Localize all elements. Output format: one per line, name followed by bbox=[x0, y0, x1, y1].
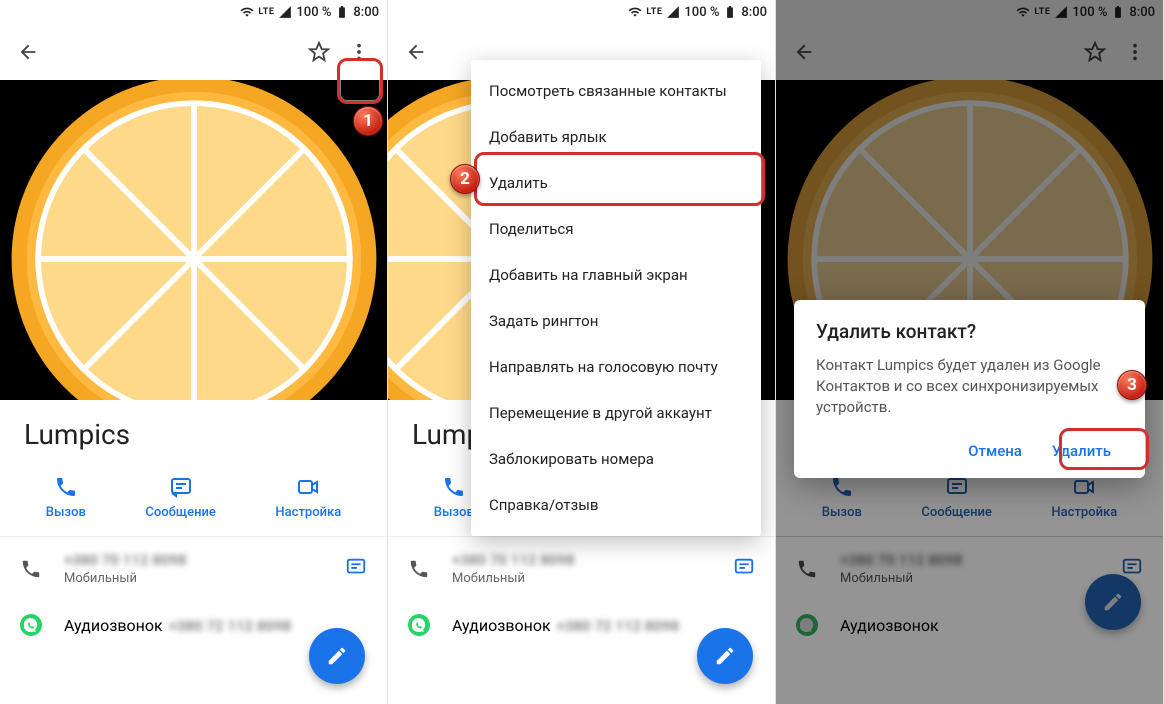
contact-photo bbox=[0, 80, 387, 400]
screen-1-contact-detail: LTE 100 % 8:00 bbox=[0, 0, 388, 704]
contact-name: Lumpics bbox=[0, 400, 387, 467]
message-label: Сообщение bbox=[145, 505, 216, 520]
screen-2-dropdown: LTE 100 % 8:00 Lumpics Вызов Сообщение Н… bbox=[388, 0, 776, 704]
menu-set-ringtone[interactable]: Задать рингтон bbox=[471, 298, 761, 344]
back-button[interactable] bbox=[396, 32, 436, 72]
edit-fab[interactable] bbox=[309, 628, 365, 684]
status-bar: LTE 100 % 8:00 bbox=[388, 0, 775, 24]
phone-row[interactable]: +380 70 112 8098Мобильный bbox=[388, 537, 775, 600]
menu-delete[interactable]: Удалить bbox=[471, 160, 761, 206]
phone-icon bbox=[20, 558, 44, 580]
phone-number-blurred: +380 70 112 8098 bbox=[64, 551, 325, 569]
battery-percent: 100 % bbox=[296, 5, 331, 20]
dialog-title: Удалить контакт? bbox=[816, 320, 1123, 343]
call-action[interactable]: Вызов bbox=[434, 475, 474, 520]
phone-type-label: Мобильный bbox=[64, 571, 325, 586]
app-bar bbox=[0, 24, 387, 80]
message-icon[interactable] bbox=[733, 556, 755, 582]
video-label: Настройка bbox=[275, 505, 341, 520]
menu-add-label[interactable]: Добавить ярлык bbox=[471, 114, 761, 160]
badge-2: 2 bbox=[450, 164, 480, 194]
dialog-confirm-button[interactable]: Удалить bbox=[1040, 434, 1123, 468]
video-action[interactable]: Настройка bbox=[275, 475, 341, 520]
menu-route-voicemail[interactable]: Направлять на голосовую почту bbox=[471, 344, 761, 390]
back-button[interactable] bbox=[8, 32, 48, 72]
status-bar: LTE 100 % 8:00 bbox=[0, 0, 387, 24]
message-action[interactable]: Сообщение bbox=[145, 475, 216, 520]
battery-icon bbox=[335, 5, 349, 19]
audiocall-label: Аудиозвонок bbox=[64, 616, 163, 635]
call-action[interactable]: Вызов bbox=[46, 475, 86, 520]
clock-time: 8:00 bbox=[353, 5, 379, 20]
delete-dialog: Удалить контакт? Контакт Lumpics будет у… bbox=[794, 300, 1145, 478]
lte-label: LTE bbox=[258, 7, 274, 17]
menu-linked-contacts[interactable]: Посмотреть связанные контакты bbox=[471, 68, 761, 114]
whatsapp-icon bbox=[20, 614, 42, 636]
wifi-icon bbox=[240, 5, 254, 19]
battery-icon bbox=[723, 5, 737, 19]
menu-block[interactable]: Заблокировать номера bbox=[471, 436, 761, 482]
phone-row[interactable]: +380 70 112 8098 Мобильный bbox=[0, 537, 387, 600]
menu-help[interactable]: Справка/отзыв bbox=[471, 482, 761, 528]
more-button[interactable] bbox=[339, 32, 379, 72]
badge-1: 1 bbox=[353, 106, 383, 136]
menu-move-account[interactable]: Перемещение в другой аккаунт bbox=[471, 390, 761, 436]
signal-icon bbox=[666, 5, 680, 19]
actions-row: Вызов Сообщение Настройка bbox=[0, 467, 387, 537]
edit-fab[interactable] bbox=[697, 628, 753, 684]
dialog-cancel-button[interactable]: Отмена bbox=[956, 434, 1034, 468]
badge-3: 3 bbox=[1117, 370, 1147, 400]
menu-add-homescreen[interactable]: Добавить на главный экран bbox=[471, 252, 761, 298]
wifi-icon bbox=[628, 5, 642, 19]
dialog-body: Контакт Lumpics будет удален из Google К… bbox=[816, 355, 1123, 418]
message-icon[interactable] bbox=[345, 556, 367, 582]
menu-share[interactable]: Поделиться bbox=[471, 206, 761, 252]
screen-3-dialog: LTE 100 % 8:00 Lumpics Вызов Сообщение Н… bbox=[776, 0, 1164, 704]
whatsapp-number-blurred: +380 72 112 8098 bbox=[169, 617, 292, 635]
signal-icon bbox=[278, 5, 292, 19]
star-button[interactable] bbox=[299, 32, 339, 72]
overflow-menu: Посмотреть связанные контакты Добавить я… bbox=[471, 60, 761, 536]
call-label: Вызов bbox=[46, 505, 86, 520]
